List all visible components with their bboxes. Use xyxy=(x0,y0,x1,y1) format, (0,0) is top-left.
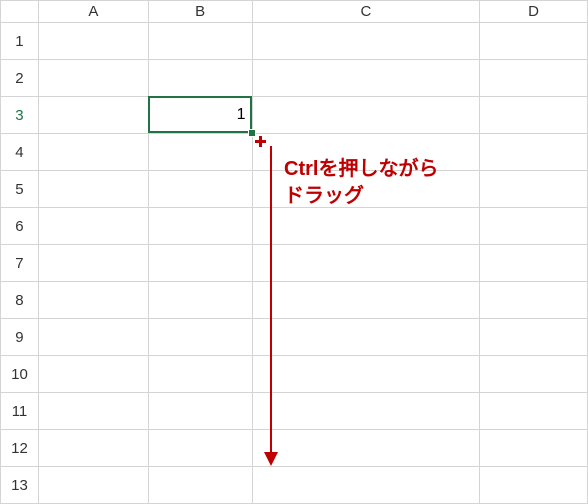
row-header-5[interactable]: 5 xyxy=(1,171,39,208)
cell-D11[interactable] xyxy=(480,393,588,430)
row-10: 10 xyxy=(1,356,588,393)
cell-B2-header-no[interactable]: No xyxy=(148,60,252,97)
row-header-6[interactable]: 6 xyxy=(1,208,39,245)
cell-A13[interactable] xyxy=(38,467,148,504)
cell-D2[interactable] xyxy=(480,60,588,97)
cell-D9[interactable] xyxy=(480,319,588,356)
annotation-line-1: Ctrlを押しながら xyxy=(284,158,438,180)
cell-C8[interactable] xyxy=(252,282,480,319)
cell-D5[interactable] xyxy=(480,171,588,208)
col-header-C[interactable]: C xyxy=(252,1,480,23)
row-3: 3 1 xyxy=(1,97,588,134)
row-8: 8 xyxy=(1,282,588,319)
cell-D10[interactable] xyxy=(480,356,588,393)
row-2: 2 No 氏名 xyxy=(1,60,588,97)
cell-B3[interactable]: 1 xyxy=(148,97,252,134)
cell-A2[interactable] xyxy=(38,60,148,97)
spreadsheet-grid[interactable]: A B C D 1 2 No 氏名 3 1 4 5 6 7 8 9 10 11 … xyxy=(0,0,588,504)
column-header-row: A B C D xyxy=(1,1,588,23)
cell-C1[interactable] xyxy=(252,23,480,60)
row-header-11[interactable]: 11 xyxy=(1,393,39,430)
cell-A8[interactable] xyxy=(38,282,148,319)
row-header-9[interactable]: 9 xyxy=(1,319,39,356)
cell-D1[interactable] xyxy=(480,23,588,60)
cell-D13[interactable] xyxy=(480,467,588,504)
cell-B13[interactable] xyxy=(148,467,252,504)
cell-B5[interactable] xyxy=(148,171,252,208)
row-header-12[interactable]: 12 xyxy=(1,430,39,467)
row-header-13[interactable]: 13 xyxy=(1,467,39,504)
cell-D6[interactable] xyxy=(480,208,588,245)
cell-B11[interactable] xyxy=(148,393,252,430)
cell-D4[interactable] xyxy=(480,134,588,171)
row-11: 11 xyxy=(1,393,588,430)
col-header-A[interactable]: A xyxy=(38,1,148,23)
row-header-7[interactable]: 7 xyxy=(1,245,39,282)
cell-D3[interactable] xyxy=(480,97,588,134)
cell-B8[interactable] xyxy=(148,282,252,319)
cell-B4[interactable] xyxy=(148,134,252,171)
annotation-line-2: ドラッグ xyxy=(284,185,364,207)
cell-C2-header-name[interactable]: 氏名 xyxy=(252,60,480,97)
cell-B6[interactable] xyxy=(148,208,252,245)
row-6: 6 xyxy=(1,208,588,245)
cell-A5[interactable] xyxy=(38,171,148,208)
select-all-corner[interactable] xyxy=(1,1,39,23)
cell-A11[interactable] xyxy=(38,393,148,430)
cell-B9[interactable] xyxy=(148,319,252,356)
col-header-B[interactable]: B xyxy=(148,1,252,23)
cell-A7[interactable] xyxy=(38,245,148,282)
row-header-10[interactable]: 10 xyxy=(1,356,39,393)
cell-B12[interactable] xyxy=(148,430,252,467)
cell-C13[interactable] xyxy=(252,467,480,504)
row-header-4[interactable]: 4 xyxy=(1,134,39,171)
annotation-arrow-line xyxy=(270,146,272,456)
cell-A9[interactable] xyxy=(38,319,148,356)
row-1: 1 xyxy=(1,23,588,60)
cell-A10[interactable] xyxy=(38,356,148,393)
cell-C9[interactable] xyxy=(252,319,480,356)
cell-A4[interactable] xyxy=(38,134,148,171)
cell-A3[interactable] xyxy=(38,97,148,134)
fill-handle[interactable] xyxy=(248,129,256,137)
cell-C12[interactable] xyxy=(252,430,480,467)
row-header-1[interactable]: 1 xyxy=(1,23,39,60)
col-header-D[interactable]: D xyxy=(480,1,588,23)
cell-C10[interactable] xyxy=(252,356,480,393)
cell-A12[interactable] xyxy=(38,430,148,467)
cell-B10[interactable] xyxy=(148,356,252,393)
row-12: 12 xyxy=(1,430,588,467)
cell-A1[interactable] xyxy=(38,23,148,60)
annotation-arrow-head-icon xyxy=(264,452,278,466)
cell-C7[interactable] xyxy=(252,245,480,282)
cell-D7[interactable] xyxy=(480,245,588,282)
cell-B7[interactable] xyxy=(148,245,252,282)
cell-A6[interactable] xyxy=(38,208,148,245)
row-header-8[interactable]: 8 xyxy=(1,282,39,319)
row-9: 9 xyxy=(1,319,588,356)
row-13: 13 xyxy=(1,467,588,504)
cell-D8[interactable] xyxy=(480,282,588,319)
cell-B1[interactable] xyxy=(148,23,252,60)
cell-C11[interactable] xyxy=(252,393,480,430)
row-header-3[interactable]: 3 xyxy=(1,97,39,134)
row-header-2[interactable]: 2 xyxy=(1,60,39,97)
cell-C6[interactable] xyxy=(252,208,480,245)
cell-C3[interactable] xyxy=(252,97,480,134)
cell-D12[interactable] xyxy=(480,430,588,467)
annotation-callout: Ctrlを押しながら ドラッグ xyxy=(284,156,438,210)
row-7: 7 xyxy=(1,245,588,282)
